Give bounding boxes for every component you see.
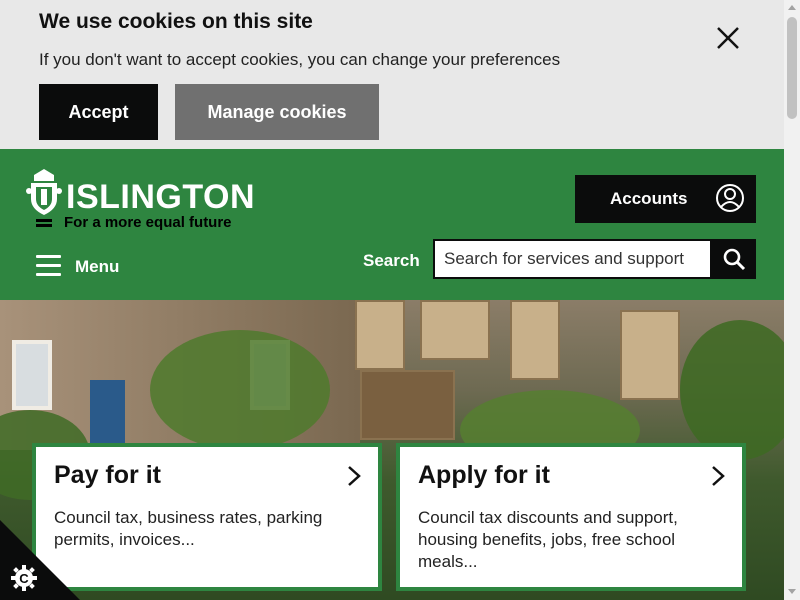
brand-name: ISLINGTON [66,178,255,216]
accounts-button[interactable]: Accounts [575,175,756,223]
cookie-banner-title: We use cookies on this site [39,10,313,33]
scroll-up-arrow-icon[interactable] [788,5,796,10]
search-input[interactable] [433,239,712,279]
cookie-banner-text: If you don't want to accept cookies, you… [39,50,561,69]
manage-cookies-button[interactable]: Manage cookies [175,84,379,140]
menu-button[interactable]: Menu [36,253,136,279]
brand-strip [36,219,52,231]
vertical-scrollbar[interactable] [784,0,800,600]
brand-tagline: For a more equal future [64,214,232,231]
hamburger-icon [36,255,61,277]
search-button[interactable] [711,239,756,279]
hero-image: Pay for it Council tax, business rates, … [0,300,784,600]
search-label: Search [363,251,420,270]
pay-for-it-card[interactable]: Pay for it Council tax, business rates, … [32,443,382,591]
cookie-settings-button[interactable]: C [0,520,80,600]
search-icon [723,248,746,271]
cookie-banner: We use cookies on this site If you don't… [0,0,784,149]
card-description: Council tax, business rates, parking per… [54,508,323,549]
close-icon[interactable] [712,22,744,54]
site-header: ISLINGTON For a more equal future Accoun… [0,149,784,300]
user-icon [716,184,744,212]
menu-label: Menu [75,257,120,276]
cookie-badge-letter: C [19,571,29,586]
gear-icon: C [11,565,37,591]
card-title: Apply for it [418,461,550,489]
chevron-right-icon [712,466,725,486]
scrollbar-thumb[interactable] [787,17,797,119]
chevron-right-icon [348,466,361,486]
accept-cookies-button[interactable]: Accept [39,84,158,140]
scroll-down-arrow-icon[interactable] [788,589,796,594]
crest-icon [26,169,62,215]
card-description: Council tax discounts and support, housi… [418,508,678,571]
card-title: Pay for it [54,461,161,489]
islington-logo[interactable]: ISLINGTON For a more equal future [26,169,256,235]
accounts-label: Accounts [610,189,688,208]
apply-for-it-card[interactable]: Apply for it Council tax discounts and s… [396,443,746,591]
